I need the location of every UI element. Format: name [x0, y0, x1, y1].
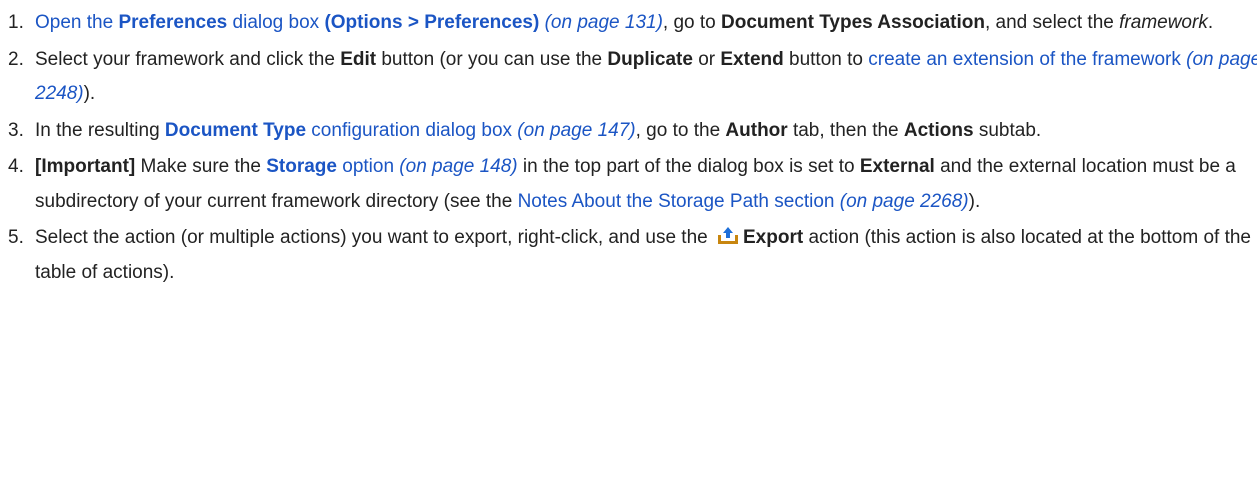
step-number: 4. — [8, 156, 24, 177]
ui-term: External — [859, 156, 935, 177]
storage-option-link[interactable]: Storage option — [266, 156, 394, 177]
storage-path-notes-link[interactable]: Notes About the Storage Path section — [518, 191, 835, 212]
step-1: 1. Open the Preferences dialog box (Opti… — [8, 6, 1257, 41]
step-5: 5. Select the action (or multiple action… — [8, 221, 1257, 290]
preferences-dialog-link[interactable]: Open the Preferences dialog box (Options… — [35, 12, 539, 33]
step-number: 3. — [8, 119, 24, 141]
document-page: 1. Open the Preferences dialog box (Opti… — [0, 0, 1257, 493]
step-number: 2. — [8, 48, 24, 70]
ui-term: Extend — [720, 48, 784, 70]
ui-term: Author — [725, 119, 788, 141]
step-number: 5. — [8, 227, 24, 248]
ui-term: Edit — [340, 48, 377, 70]
page-reference: (on page 131) — [544, 12, 663, 33]
step-2: 2. Select your framework and click the E… — [8, 43, 1257, 112]
page-reference: (on page 148) — [399, 156, 518, 177]
ui-term: Document Types Association — [721, 12, 985, 33]
ui-term: Duplicate — [607, 48, 693, 70]
step-3: 3. In the resulting Document Type config… — [8, 114, 1257, 149]
framework-extension-link[interactable]: create an extension of the framework — [868, 49, 1181, 70]
document-type-dialog-link[interactable]: Document Type configuration dialog box — [165, 120, 512, 141]
page-reference: (on page 2268) — [839, 190, 969, 212]
italic-term: framework — [1119, 12, 1208, 33]
export-icon — [716, 224, 740, 244]
step-number: 1. — [8, 12, 24, 33]
procedure-steps: 1. Open the Preferences dialog box (Opti… — [8, 6, 1257, 290]
ui-term: Export — [743, 227, 804, 248]
step-4: 4. [Important] Make sure the Storage opt… — [8, 150, 1257, 219]
ui-term: Actions — [903, 119, 974, 141]
important-label: [Important] — [35, 156, 136, 177]
page-reference: (on page 147) — [517, 119, 636, 141]
